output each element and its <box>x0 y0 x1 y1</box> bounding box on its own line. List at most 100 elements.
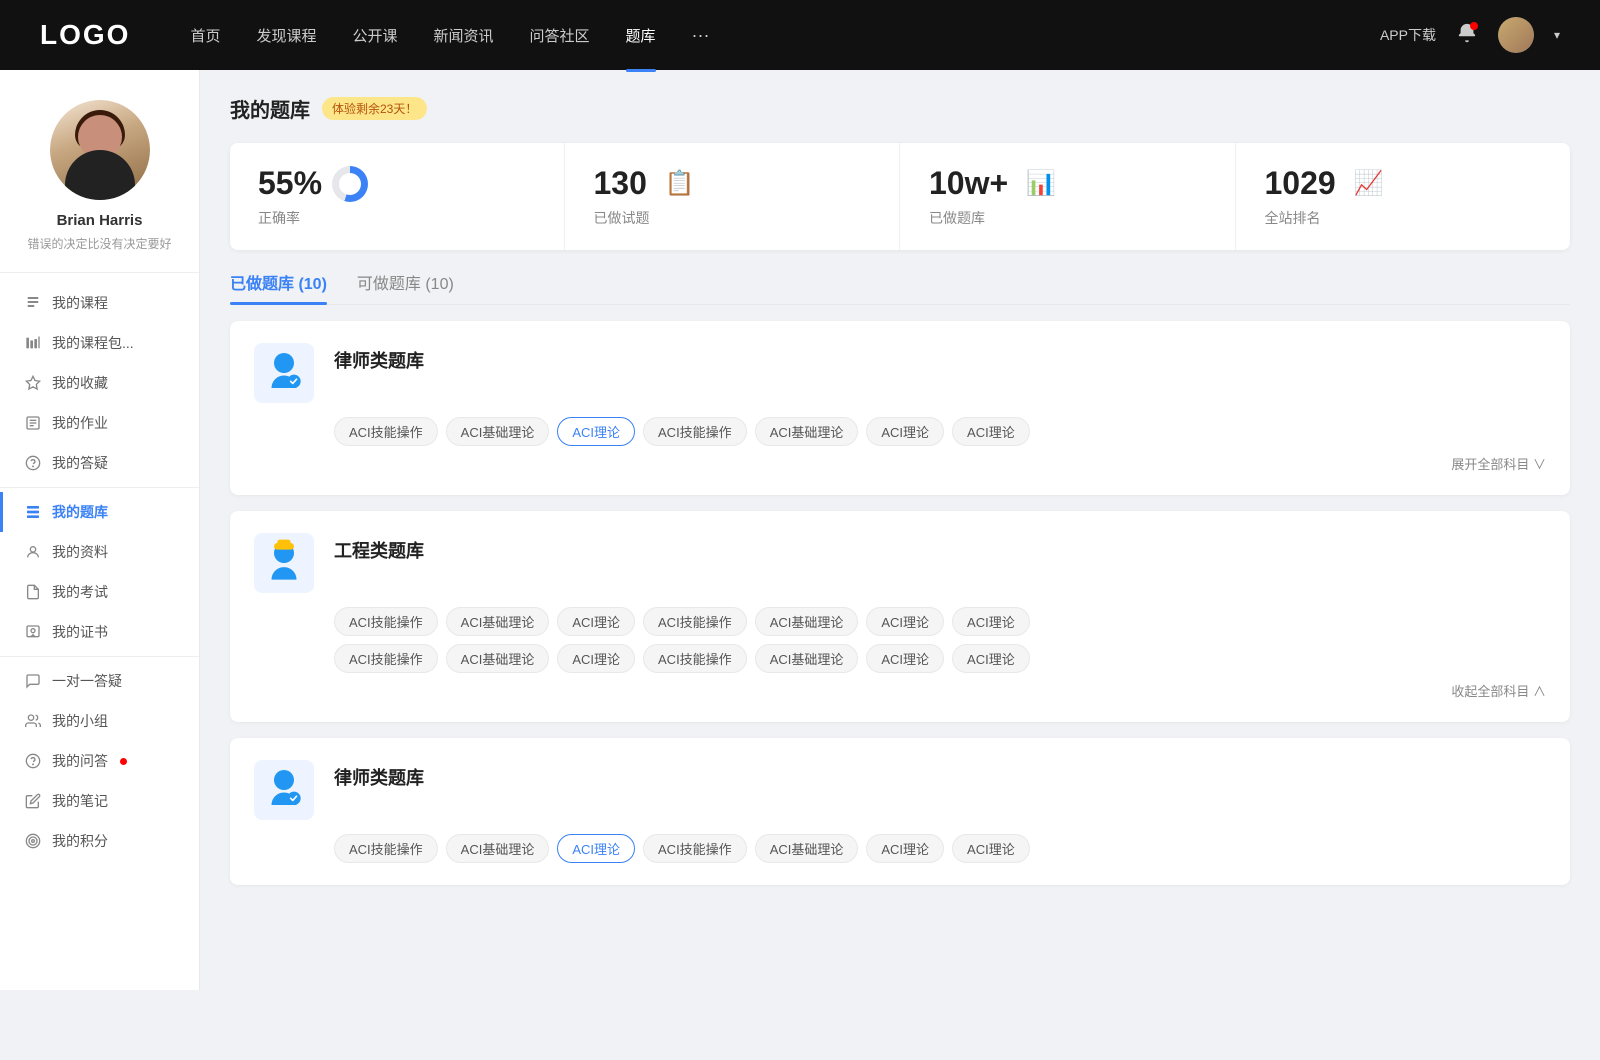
tag-lawyer2-4[interactable]: ACI技能操作 <box>643 834 747 863</box>
sidebar-item-points[interactable]: 我的积分 <box>0 821 199 861</box>
stat-accuracy-row: 55% <box>258 165 536 202</box>
tag-eng-r2-4[interactable]: ACI技能操作 <box>643 644 747 673</box>
qbank-footer-lawyer1[interactable]: 展开全部科目 ∨ <box>254 454 1546 473</box>
tag-eng-r2-7[interactable]: ACI理论 <box>952 644 1030 673</box>
tag-eng-r2-2[interactable]: ACI基础理论 <box>446 644 550 673</box>
qbank-name-lawyer2: 律师类题库 <box>334 760 424 790</box>
nav-more[interactable]: ··· <box>692 25 710 46</box>
tag-eng-r1-6[interactable]: ACI理论 <box>866 607 944 636</box>
qbank-label: 我的题库 <box>52 502 108 522</box>
course-pack-icon <box>24 334 42 352</box>
collapse-text-engineer: 收起全部科目 ∧ <box>1451 684 1546 699</box>
qbank-card-lawyer2: 律师类题库 ACI技能操作 ACI基础理论 ACI理论 ACI技能操作 ACI基… <box>230 738 1570 885</box>
tag-lawyer1-3[interactable]: ACI理论 <box>557 417 635 446</box>
nav-discover[interactable]: 发现课程 <box>256 25 316 46</box>
bell-dot <box>1470 22 1478 30</box>
sidebar-item-notes[interactable]: 我的笔记 <box>0 781 199 821</box>
page-header: 我的题库 体验剩余23天！ <box>230 94 1570 123</box>
tag-lawyer1-5[interactable]: ACI基础理论 <box>755 417 859 446</box>
user-menu-chevron[interactable]: ▾ <box>1554 28 1560 42</box>
sidebar-item-course[interactable]: 我的课程 <box>0 283 199 323</box>
tag-lawyer2-1[interactable]: ACI技能操作 <box>334 834 438 863</box>
qbank-tags-lawyer1: ACI技能操作 ACI基础理论 ACI理论 ACI技能操作 ACI基础理论 AC… <box>334 417 1546 446</box>
sidebar-item-my-qa[interactable]: 我的问答 <box>0 741 199 781</box>
tag-eng-r1-2[interactable]: ACI基础理论 <box>446 607 550 636</box>
stats-row: 55% 正确率 130 📋 已做试题 10w+ 📊 <box>230 143 1570 250</box>
stat-done-value: 130 <box>594 165 647 202</box>
stat-banks-label: 已做题库 <box>929 208 1207 228</box>
lawyer-icon-container <box>254 343 314 403</box>
sidebar-item-homework[interactable]: 我的作业 <box>0 403 199 443</box>
sidebar-item-qbank[interactable]: 我的题库 <box>0 492 199 532</box>
avatar[interactable] <box>1498 17 1534 53</box>
sidebar-item-qa[interactable]: 我的答疑 <box>0 443 199 483</box>
tag-eng-r2-6[interactable]: ACI理论 <box>866 644 944 673</box>
stat-banks-value: 10w+ <box>929 165 1008 202</box>
sidebar-item-favorites[interactable]: 我的收藏 <box>0 363 199 403</box>
profile-name: Brian Harris <box>57 212 143 229</box>
nav-right: APP下载 ▾ <box>1380 17 1560 53</box>
page-wrapper: Brian Harris 错误的决定比没有决定要好 我的课程 我的课程包... <box>0 70 1600 990</box>
qa-label: 我的答疑 <box>52 453 108 473</box>
qbank-header-lawyer2: 律师类题库 <box>254 760 1546 820</box>
tag-lawyer2-2[interactable]: ACI基础理论 <box>446 834 550 863</box>
sidebar-profile: Brian Harris 错误的决定比没有决定要好 <box>0 70 199 273</box>
stat-accuracy: 55% 正确率 <box>230 143 565 250</box>
tabs-row: 已做题库 (10) 可做题库 (10) <box>230 270 1570 305</box>
tag-lawyer2-3[interactable]: ACI理论 <box>557 834 635 863</box>
lawyer2-svg <box>259 765 309 815</box>
lawyer-svg <box>259 348 309 398</box>
tag-lawyer2-5[interactable]: ACI基础理论 <box>755 834 859 863</box>
qa-notification-dot <box>120 758 127 765</box>
nav-home[interactable]: 首页 <box>190 25 220 46</box>
nav-news[interactable]: 新闻资讯 <box>434 25 494 46</box>
app-download[interactable]: APP下载 <box>1380 25 1436 45</box>
tag-lawyer2-6[interactable]: ACI理论 <box>866 834 944 863</box>
logo: LOGO <box>40 19 130 51</box>
tag-eng-r1-5[interactable]: ACI基础理论 <box>755 607 859 636</box>
nav-qbank[interactable]: 题库 <box>626 25 656 46</box>
cert-icon <box>24 623 42 641</box>
sidebar-item-course-pack[interactable]: 我的课程包... <box>0 323 199 363</box>
qbank-tags-engineer-row2: ACI技能操作 ACI基础理论 ACI理论 ACI技能操作 ACI基础理论 AC… <box>334 644 1546 673</box>
nav-qa[interactable]: 问答社区 <box>530 25 590 46</box>
tag-eng-r1-7[interactable]: ACI理论 <box>952 607 1030 636</box>
sidebar-item-one-on-one[interactable]: 一对一答疑 <box>0 661 199 701</box>
tag-lawyer1-2[interactable]: ACI基础理论 <box>446 417 550 446</box>
sidebar: Brian Harris 错误的决定比没有决定要好 我的课程 我的课程包... <box>0 70 200 990</box>
tag-eng-r1-3[interactable]: ACI理论 <box>557 607 635 636</box>
lawyer2-icon-container <box>254 760 314 820</box>
notification-bell[interactable] <box>1456 22 1478 49</box>
qbank-footer-engineer[interactable]: 收起全部科目 ∧ <box>254 681 1546 700</box>
one-on-one-label: 一对一答疑 <box>52 671 122 691</box>
tag-eng-r2-5[interactable]: ACI基础理论 <box>755 644 859 673</box>
engineer-svg <box>259 538 309 588</box>
tag-eng-r1-1[interactable]: ACI技能操作 <box>334 607 438 636</box>
exam-icon <box>24 583 42 601</box>
trial-badge: 体验剩余23天！ <box>322 97 427 120</box>
tag-lawyer1-1[interactable]: ACI技能操作 <box>334 417 438 446</box>
tag-lawyer1-6[interactable]: ACI理论 <box>866 417 944 446</box>
main-content: 我的题库 体验剩余23天！ 55% 正确率 130 📋 已做试题 <box>200 70 1600 990</box>
nav-open-course[interactable]: 公开课 <box>352 25 397 46</box>
sidebar-item-group[interactable]: 我的小组 <box>0 701 199 741</box>
avatar-body <box>65 150 135 200</box>
sidebar-item-exam[interactable]: 我的考试 <box>0 572 199 612</box>
tag-lawyer2-7[interactable]: ACI理论 <box>952 834 1030 863</box>
tag-lawyer1-4[interactable]: ACI技能操作 <box>643 417 747 446</box>
qa-icon <box>24 454 42 472</box>
sidebar-item-profile[interactable]: 我的资料 <box>0 532 199 572</box>
tab-done-banks[interactable]: 已做题库 (10) <box>230 270 327 304</box>
expand-text-lawyer1: 展开全部科目 ∨ <box>1451 457 1546 472</box>
tag-eng-r2-3[interactable]: ACI理论 <box>557 644 635 673</box>
group-icon <box>24 712 42 730</box>
my-qa-label: 我的问答 <box>52 751 108 771</box>
sidebar-item-cert[interactable]: 我的证书 <box>0 612 199 652</box>
stat-done-row: 130 📋 <box>594 165 872 202</box>
tab-available-banks[interactable]: 可做题库 (10) <box>357 270 454 304</box>
tag-eng-r2-1[interactable]: ACI技能操作 <box>334 644 438 673</box>
tag-lawyer1-7[interactable]: ACI理论 <box>952 417 1030 446</box>
qbank-card-lawyer1: 律师类题库 ACI技能操作 ACI基础理论 ACI理论 ACI技能操作 ACI基… <box>230 321 1570 495</box>
tag-eng-r1-4[interactable]: ACI技能操作 <box>643 607 747 636</box>
profile-label: 我的资料 <box>52 542 108 562</box>
